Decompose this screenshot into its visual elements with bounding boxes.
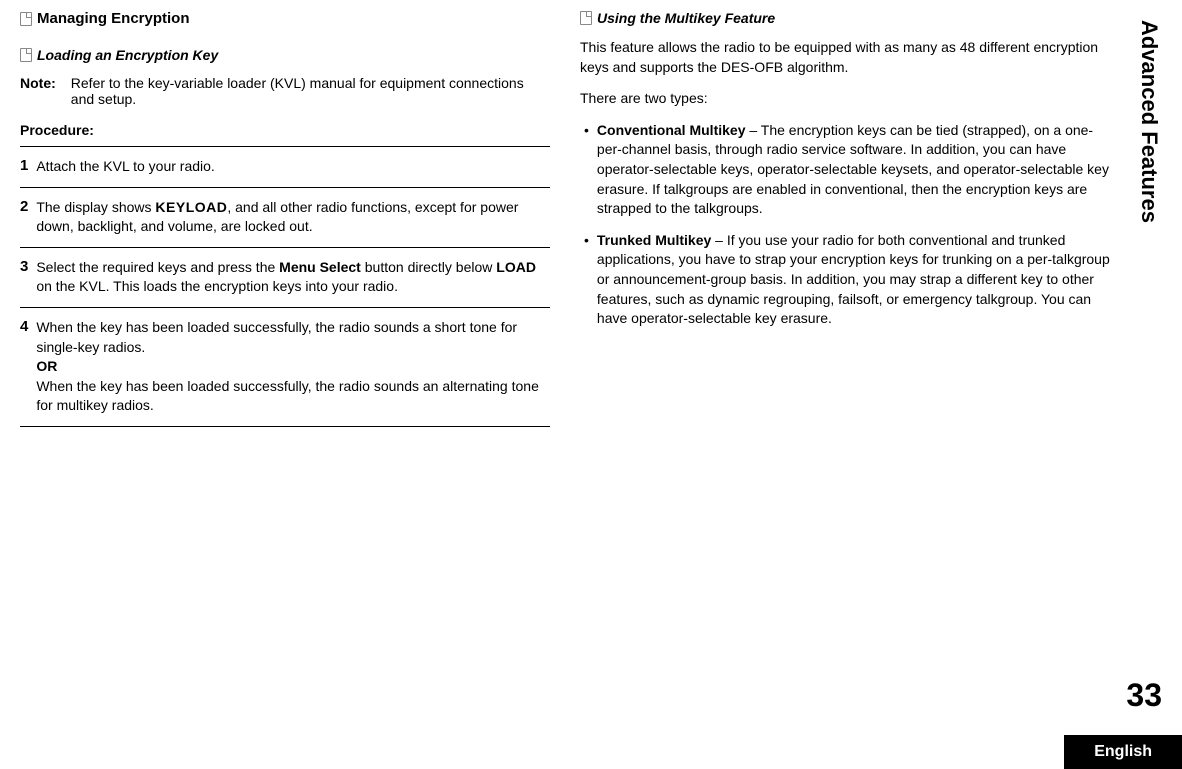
display-keyword: KEYLOAD <box>155 199 227 215</box>
bullet-dot: • <box>580 231 589 329</box>
step-number: 1 <box>20 157 28 177</box>
bullet-item: • Trunked Multikey – If you use your rad… <box>580 231 1110 329</box>
subheading-text: Using the Multikey Feature <box>597 10 775 26</box>
page-content: Managing Encryption Loading an Encryptio… <box>0 0 1182 729</box>
paragraph: There are two types: <box>580 89 1110 109</box>
bullet-list: • Conventional Multikey – The encryption… <box>580 121 1110 329</box>
bullet-text: Trunked Multikey – If you use your radio… <box>597 231 1110 329</box>
procedure-label: Procedure: <box>20 122 550 138</box>
step-number: 2 <box>20 198 28 237</box>
note-text: Refer to the key-variable loader (KVL) m… <box>71 75 550 107</box>
step-text: The display shows KEYLOAD, and all other… <box>36 198 550 237</box>
document-icon <box>20 12 32 26</box>
bullet-text: Conventional Multikey – The encryption k… <box>597 121 1110 219</box>
note-block: Note: Refer to the key-variable loader (… <box>20 75 550 107</box>
right-column: Using the Multikey Feature This feature … <box>580 10 1110 719</box>
sidebar-chapter-title: Advanced Features <box>1136 20 1162 223</box>
left-column: Managing Encryption Loading an Encryptio… <box>20 10 550 719</box>
section-heading: Managing Encryption <box>20 10 550 27</box>
step-item: 3 Select the required keys and press the… <box>20 248 550 308</box>
step-number: 3 <box>20 258 28 297</box>
step-item: 4 When the key has been loaded successfu… <box>20 308 550 427</box>
bullet-dot: • <box>580 121 589 219</box>
subsection-heading: Using the Multikey Feature <box>580 10 1110 26</box>
step-text: Select the required keys and press the M… <box>36 258 550 297</box>
page-number: 33 <box>1126 677 1162 714</box>
heading-text: Managing Encryption <box>37 10 190 27</box>
footer-language: English <box>1064 735 1182 769</box>
step-item: 2 The display shows KEYLOAD, and all oth… <box>20 188 550 248</box>
bullet-item: • Conventional Multikey – The encryption… <box>580 121 1110 219</box>
bold-text: Menu Select <box>279 259 361 275</box>
subheading-text: Loading an Encryption Key <box>37 47 218 63</box>
step-text: Attach the KVL to your radio. <box>36 157 550 177</box>
step-text: When the key has been loaded successfull… <box>36 318 550 416</box>
bullet-label: Conventional Multikey <box>597 122 746 138</box>
step-item: 1 Attach the KVL to your radio. <box>20 146 550 188</box>
bullet-label: Trunked Multikey <box>597 232 711 248</box>
document-icon <box>580 11 592 25</box>
subsection-heading: Loading an Encryption Key <box>20 47 550 63</box>
paragraph: This feature allows the radio to be equi… <box>580 38 1110 77</box>
step-list: 1 Attach the KVL to your radio. 2 The di… <box>20 146 550 427</box>
document-icon <box>20 48 32 62</box>
note-label: Note: <box>20 75 56 107</box>
step-number: 4 <box>20 318 28 416</box>
or-text: OR <box>36 358 57 374</box>
bold-text: LOAD <box>496 259 536 275</box>
